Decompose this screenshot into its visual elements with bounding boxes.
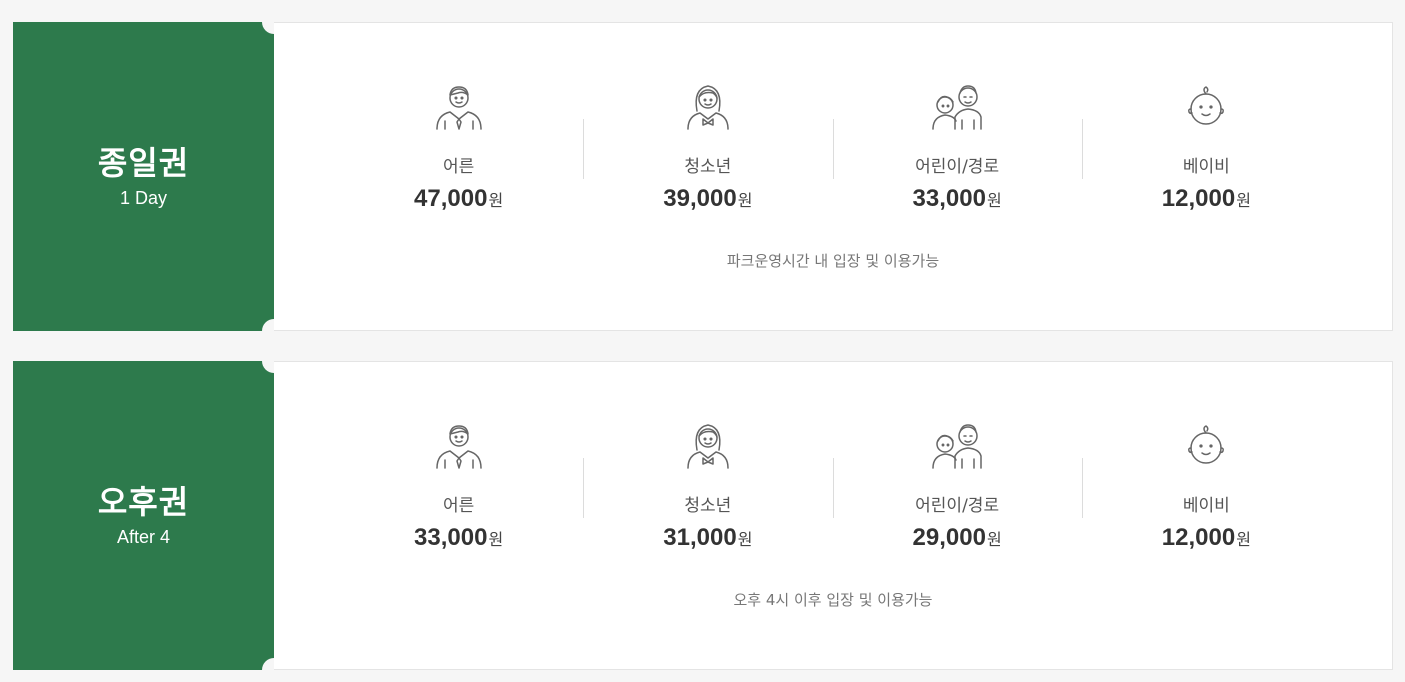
price-item-teen: 청소년 39,000원 [583, 81, 832, 221]
adult-man-icon [431, 420, 487, 474]
teen-girl-icon [680, 81, 736, 135]
price-item-adult: 어른 47,000원 [334, 81, 583, 221]
price-amount: 29,000 [912, 524, 986, 551]
price-item-teen: 청소년 31,000원 [583, 420, 832, 560]
ticket-name: 오후권 [97, 483, 190, 521]
price-unit: 원 [488, 191, 504, 210]
price-label: 어린이/경로 [915, 496, 1000, 516]
price-unit: 원 [1236, 530, 1251, 549]
price-label: 어린이/경로 [915, 157, 1000, 177]
price-unit: 원 [1236, 191, 1251, 210]
ticket-card-after4: 오후권 After 4 어른 33,000원 청소년 31,000원 어린이/경… [13, 349, 1393, 682]
price-item-baby: 베이비 12,000원 [1081, 81, 1331, 221]
price-amount: 39,000 [663, 185, 737, 212]
ticket-note: 오후 4시 이후 입장 및 이용가능 [733, 591, 933, 609]
ticket-body: 어른 33,000원 청소년 31,000원 어린이/경로 29,000원 베이… [274, 361, 1393, 670]
price-amount: 33,000 [414, 524, 488, 551]
ticket-name: 종일권 [97, 144, 190, 182]
ticket-tag: 종일권 1 Day [13, 10, 286, 343]
price-unit: 원 [986, 191, 1002, 210]
price-unit: 원 [488, 530, 504, 549]
ticket-subtitle: 1 Day [119, 188, 168, 208]
price-amount: 33,000 [912, 185, 986, 212]
baby-icon [1178, 81, 1234, 135]
price-amount: 12,000 [1161, 185, 1236, 212]
ticket-body: 어른 47,000원 청소년 39,000원 어린이/경로 33,000원 베이… [274, 22, 1393, 331]
price-value: 31,000원 [663, 524, 752, 554]
ticket-subtitle: After 4 [116, 527, 171, 547]
price-unit: 원 [737, 191, 753, 210]
price-label: 어른 [442, 157, 475, 177]
price-item-baby: 베이비 12,000원 [1081, 420, 1331, 560]
child-elderly-icon [929, 81, 985, 135]
price-value: 12,000원 [1162, 185, 1251, 215]
price-value: 12,000원 [1162, 524, 1251, 554]
price-amount: 47,000 [414, 185, 488, 212]
teen-girl-icon [680, 420, 736, 474]
price-value: 33,000원 [414, 524, 503, 554]
price-item-child-elderly: 어린이/경로 29,000원 [832, 420, 1082, 560]
ticket-tag: 오후권 After 4 [13, 349, 286, 682]
price-list: 어른 47,000원 청소년 39,000원 어린이/경로 33,000원 베이… [334, 81, 1331, 221]
ticket-card-1day: 종일권 1 Day 어른 47,000원 청소년 39,000원 어린이/경로 … [13, 10, 1393, 343]
price-value: 33,000원 [913, 185, 1002, 215]
price-value: 47,000원 [414, 185, 503, 215]
price-unit: 원 [737, 530, 753, 549]
price-list: 어른 33,000원 청소년 31,000원 어린이/경로 29,000원 베이… [334, 420, 1331, 560]
price-label: 베이비 [1182, 157, 1230, 177]
price-label: 청소년 [684, 496, 732, 516]
baby-icon [1178, 420, 1234, 474]
price-item-child-elderly: 어린이/경로 33,000원 [832, 81, 1082, 221]
price-value: 29,000원 [913, 524, 1002, 554]
adult-man-icon [431, 81, 487, 135]
price-label: 어른 [442, 496, 475, 516]
price-amount: 12,000 [1161, 524, 1236, 551]
price-unit: 원 [986, 530, 1002, 549]
price-label: 베이비 [1182, 496, 1230, 516]
price-amount: 31,000 [663, 524, 737, 551]
price-value: 39,000원 [663, 185, 752, 215]
price-label: 청소년 [684, 157, 732, 177]
child-elderly-icon [929, 420, 985, 474]
ticket-note: 파크운영시간 내 입장 및 이용가능 [726, 252, 940, 270]
price-item-adult: 어른 33,000원 [334, 420, 583, 560]
